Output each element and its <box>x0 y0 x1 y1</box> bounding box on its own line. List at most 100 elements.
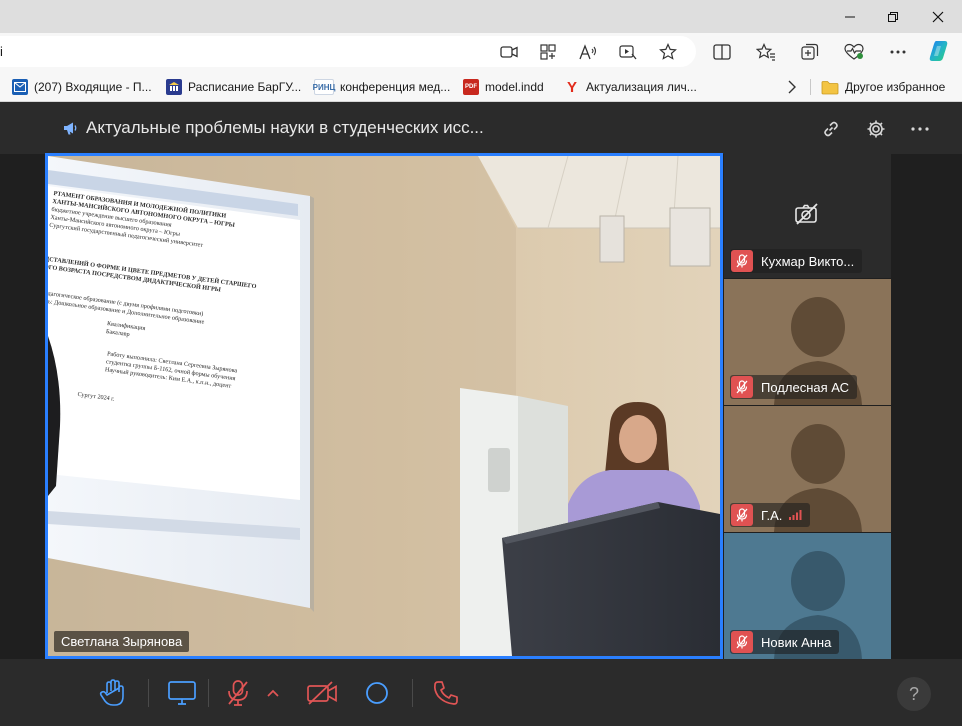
video-icon <box>500 46 518 58</box>
slide-content: РТАМЕНТ ОБРАЗОВАНИЯ И МОЛОДЕЖНОЙ ПОЛИТИК… <box>48 190 302 425</box>
circle-icon <box>366 682 388 704</box>
favorite-label: Актуализация лич... <box>586 80 697 94</box>
media-icon <box>619 45 637 60</box>
call-toolbar: ? <box>0 659 962 726</box>
toolbar-divider <box>148 679 149 707</box>
favbar-divider <box>810 79 811 95</box>
speaker-name-tag: Светлана Зырянова <box>54 631 190 652</box>
settings-button[interactable] <box>863 116 889 142</box>
read-aloud-icon <box>579 44 597 60</box>
camera-off-icon <box>307 681 337 705</box>
mic-muted-icon <box>731 376 753 398</box>
collections-icon <box>801 43 819 60</box>
folder-icon <box>821 80 839 94</box>
favorite-label: Другое избранное <box>845 80 946 94</box>
participant-name: Г.А. <box>761 507 783 523</box>
address-text: i <box>0 44 3 59</box>
mic-off-icon <box>228 680 248 706</box>
mic-muted-icon <box>731 631 753 653</box>
chevron-up-icon <box>267 689 279 697</box>
participant-name: Кухмар Викто... <box>761 253 855 269</box>
mic-muted-icon <box>731 504 753 526</box>
participant-tile[interactable]: Г.А. <box>724 406 891 532</box>
university-icon <box>166 79 182 95</box>
toolbar-divider <box>208 679 209 707</box>
more-button[interactable] <box>884 38 912 66</box>
restore-icon <box>888 11 898 22</box>
more-options-button[interactable] <box>907 116 933 142</box>
collections-button[interactable] <box>796 38 824 66</box>
close-icon <box>932 11 944 22</box>
favorite-label: (207) Входящие - П... <box>34 80 152 94</box>
conference-title: Актуальные проблемы науки в студенческих… <box>86 118 484 137</box>
chevron-right-icon <box>788 80 796 94</box>
minimize-icon <box>845 16 855 17</box>
favorite-item-other[interactable]: Другое избранное <box>821 77 945 97</box>
favorite-item-conference[interactable]: РИНЦ конференция мед... <box>313 77 451 97</box>
help-button[interactable]: ? <box>897 677 931 711</box>
rinc-icon: РИНЦ <box>313 79 335 95</box>
weak-signal-icon <box>789 510 802 520</box>
more-icon <box>890 50 906 54</box>
microphone-button[interactable] <box>218 673 258 713</box>
pdf-icon: PDF <box>463 79 479 95</box>
favorite-label: model.indd <box>485 80 544 94</box>
address-bar[interactable]: i <box>0 36 696 67</box>
favorites-bar: (207) Входящие - П... Расписание БарГУ..… <box>0 71 962 102</box>
favorite-item-model[interactable]: PDF model.indd <box>463 77 544 97</box>
yandex-icon: Y <box>566 78 577 96</box>
browser-toolbar: i <box>0 33 962 71</box>
participant-name: Подлесная АС <box>761 379 850 395</box>
media-button[interactable] <box>614 38 642 66</box>
microphone-options-button[interactable] <box>256 673 290 713</box>
participant-tag: Кухмар Викто... <box>730 249 863 273</box>
mail-icon <box>12 79 28 95</box>
favorites-overflow-button[interactable] <box>787 77 797 97</box>
conference-header: Актуальные проблемы науки в студенческих… <box>0 102 962 154</box>
link-icon <box>824 121 838 137</box>
browser-essentials-button[interactable] <box>840 38 868 66</box>
raise-hand-icon <box>99 679 124 706</box>
favorites-button[interactable] <box>752 38 780 66</box>
copilot-icon <box>929 41 948 61</box>
apps-icon <box>540 44 556 60</box>
mic-muted-icon <box>731 250 753 272</box>
phone-hangup-icon <box>433 681 458 705</box>
apps-button[interactable] <box>534 38 562 66</box>
participant-tile[interactable]: Новик Анна <box>724 533 891 659</box>
main-video-tile[interactable]: РТАМЕНТ ОБРАЗОВАНИЯ И МОЛОДЕЖНОЙ ПОЛИТИК… <box>45 153 723 659</box>
hang-up-button[interactable] <box>426 673 466 713</box>
maximize-button[interactable] <box>873 0 913 33</box>
favorite-item-schedule[interactable]: Расписание БарГУ... <box>166 77 301 97</box>
camera-button[interactable] <box>302 673 342 713</box>
screen-share-button[interactable] <box>162 673 202 713</box>
participant-tile[interactable]: Подлесная АС <box>724 279 891 405</box>
more-icon <box>911 127 929 131</box>
background-effects-button[interactable] <box>357 673 397 713</box>
copy-link-button[interactable] <box>818 116 844 142</box>
broadcast-icon <box>62 120 78 136</box>
favorite-item-yandex[interactable]: Y Актуализация лич... <box>564 77 697 97</box>
participant-tag: Подлесная АС <box>730 375 858 399</box>
participant-name: Новик Анна <box>761 634 832 650</box>
raise-hand-button[interactable] <box>92 673 132 713</box>
participant-tag: Новик Анна <box>730 630 840 654</box>
favorites-icon <box>756 43 775 61</box>
favorite-item-mail[interactable]: (207) Входящие - П... <box>12 77 152 97</box>
monitor-icon <box>168 681 196 705</box>
gear-icon <box>867 120 885 138</box>
heart-pulse-icon <box>844 43 864 60</box>
split-screen-button[interactable] <box>708 38 736 66</box>
copilot-button[interactable] <box>926 37 954 65</box>
minimize-button[interactable] <box>830 0 870 33</box>
add-favorite-button[interactable] <box>654 38 682 66</box>
video-button[interactable] <box>495 38 523 66</box>
participant-tile[interactable]: Кухмар Викто... <box>724 153 891 278</box>
favorite-label: конференция мед... <box>340 80 451 94</box>
read-aloud-button[interactable] <box>574 38 602 66</box>
favorite-star-icon <box>659 43 677 60</box>
close-window-button[interactable] <box>918 0 958 33</box>
participant-tag: Г.А. <box>730 503 811 527</box>
window-titlebar <box>0 0 962 33</box>
split-screen-icon <box>713 44 731 60</box>
